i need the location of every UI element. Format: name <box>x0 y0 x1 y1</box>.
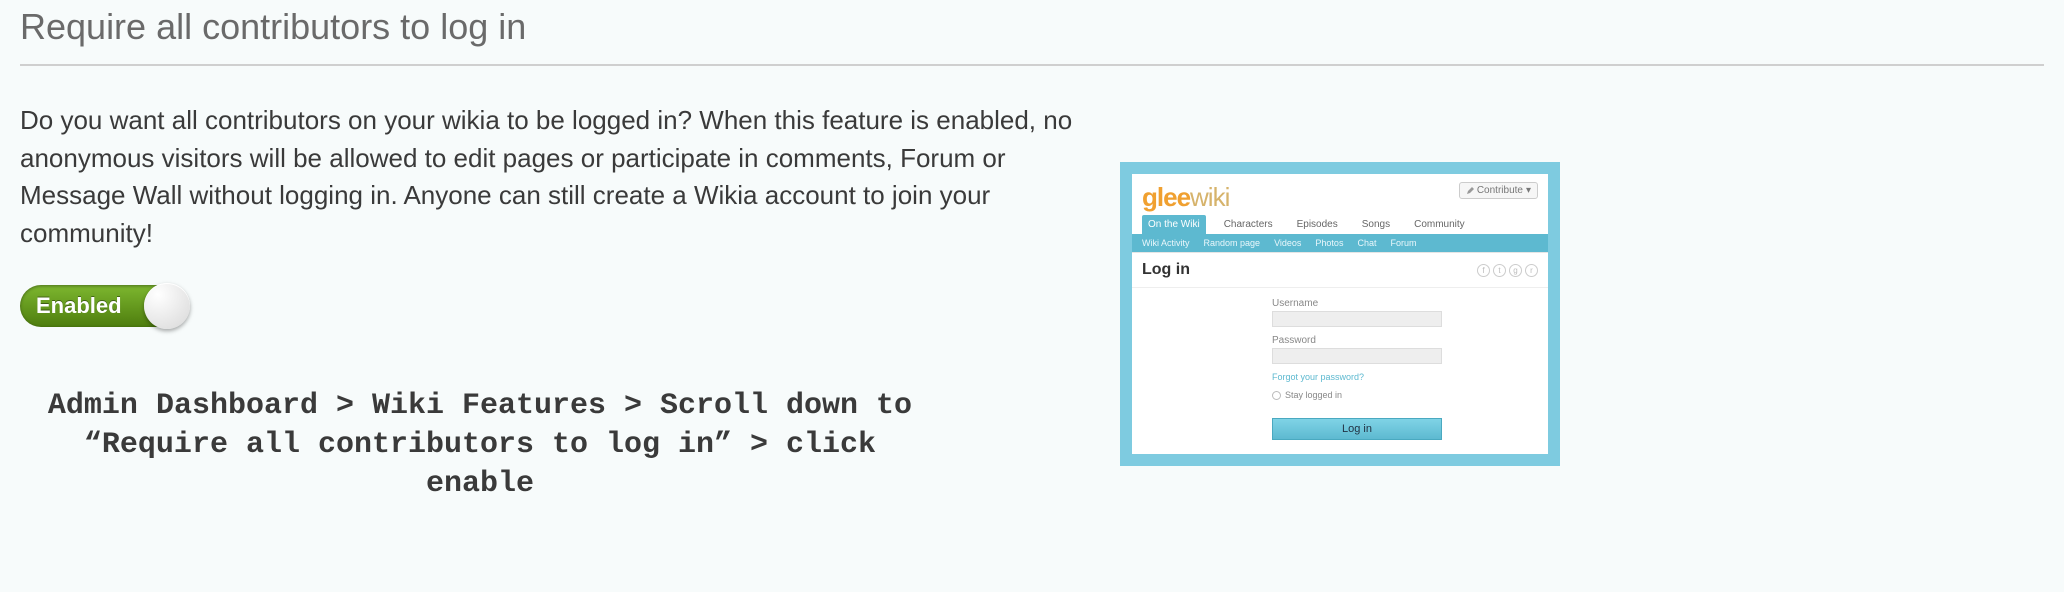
login-button[interactable]: Log in <box>1272 418 1442 440</box>
username-label: Username <box>1272 298 1538 309</box>
preview-tabs: On the Wiki Characters Episodes Songs Co… <box>1132 215 1548 234</box>
social-icon-3[interactable]: g <box>1509 264 1522 277</box>
social-icon-1[interactable]: f <box>1477 264 1490 277</box>
preview-page-title: Log in <box>1142 261 1190 279</box>
preview-logo: gleewiki <box>1142 182 1229 213</box>
subnav-chat[interactable]: Chat <box>1357 238 1376 248</box>
login-preview-card: gleewiki Contribute ▾ On the Wiki Charac… <box>1120 162 1560 466</box>
toggle-label: Enabled <box>20 293 140 319</box>
subnav-forum[interactable]: Forum <box>1390 238 1416 248</box>
username-input[interactable] <box>1272 311 1442 327</box>
subnav-random-page[interactable]: Random page <box>1204 238 1261 248</box>
tab-community[interactable]: Community <box>1408 215 1471 234</box>
stay-logged-label: Stay logged in <box>1285 390 1342 400</box>
tab-characters[interactable]: Characters <box>1218 215 1279 234</box>
contribute-button[interactable]: Contribute ▾ <box>1459 182 1538 199</box>
main-row: Do you want all contributors on your wik… <box>20 102 2044 504</box>
subnav-wiki-activity[interactable]: Wiki Activity <box>1142 238 1190 248</box>
tab-on-the-wiki[interactable]: On the Wiki <box>1142 215 1206 234</box>
left-column: Do you want all contributors on your wik… <box>20 102 1080 504</box>
preview-subnav: Wiki Activity Random page Videos Photos … <box>1132 234 1548 252</box>
password-input[interactable] <box>1272 348 1442 364</box>
enabled-toggle[interactable]: Enabled <box>20 285 188 327</box>
stay-logged-checkbox[interactable] <box>1272 391 1281 400</box>
login-form: Username Password Forgot your password? … <box>1132 288 1548 454</box>
pencil-icon <box>1466 187 1474 195</box>
preview-column: gleewiki Contribute ▾ On the Wiki Charac… <box>1120 162 1560 466</box>
chevron-down-icon: ▾ <box>1526 185 1531 196</box>
section-divider <box>20 64 2044 66</box>
password-label: Password <box>1272 335 1538 346</box>
subnav-photos[interactable]: Photos <box>1315 238 1343 248</box>
instructions-text: Admin Dashboard > Wiki Features > Scroll… <box>30 387 930 504</box>
social-icon-2[interactable]: t <box>1493 264 1506 277</box>
tab-songs[interactable]: Songs <box>1356 215 1396 234</box>
feature-description: Do you want all contributors on your wik… <box>20 102 1080 253</box>
forgot-password-link[interactable]: Forgot your password? <box>1272 372 1538 382</box>
toggle-knob <box>144 283 190 329</box>
social-icon-4[interactable]: r <box>1525 264 1538 277</box>
feature-title: Require all contributors to log in <box>20 0 2044 64</box>
tab-episodes[interactable]: Episodes <box>1291 215 1344 234</box>
social-icons: f t g r <box>1477 264 1538 277</box>
subnav-videos[interactable]: Videos <box>1274 238 1301 248</box>
